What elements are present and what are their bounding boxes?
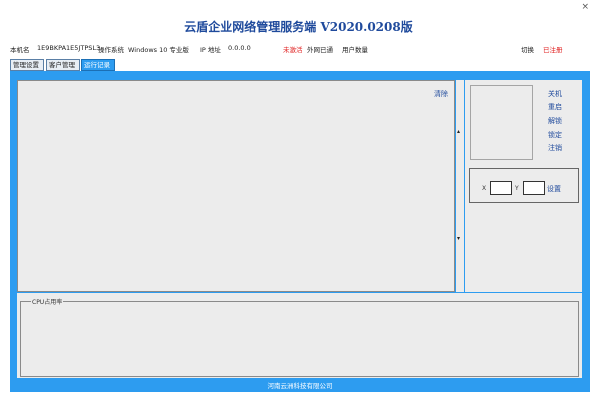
unlock-button[interactable]: 解锁 [548, 116, 562, 126]
logout-button[interactable]: 注销 [548, 143, 562, 153]
activation-status-badge: 未激活 [283, 46, 303, 54]
log-scrollbar[interactable]: ▴ ▾ [456, 80, 464, 292]
tab-management-settings[interactable]: 管理设置 [10, 59, 44, 71]
footer-company: 河南云洲科技有限公司 [267, 382, 333, 390]
scroll-up-icon[interactable]: ▴ [457, 128, 460, 135]
screen-preview [470, 85, 533, 160]
x-label: X [482, 185, 487, 192]
ip-value: 0.0.0.0 [228, 44, 251, 52]
y-label: Y [515, 185, 519, 192]
os-label: 操作系统 [98, 46, 124, 54]
app-title: 云盾企业网络管理服务端 V2020.0208版 [184, 20, 413, 34]
host-value: 1E9BKPA1E5JTPSL3 [37, 44, 101, 52]
cpu-label: CPU占用率 [31, 297, 64, 306]
close-icon[interactable]: × [581, 2, 589, 12]
clear-log-button[interactable]: 清除 [434, 89, 448, 99]
user-count-label: 用户数量 [342, 46, 368, 54]
tab-run-log[interactable]: 运行记录 [81, 59, 115, 71]
switch-button[interactable]: 切换 [521, 44, 534, 54]
ip-label: IP 地址 [200, 46, 221, 54]
restart-button[interactable]: 重启 [548, 102, 562, 112]
scroll-down-icon[interactable]: ▾ [457, 235, 460, 242]
coordinate-box: X Y 设置 [469, 168, 579, 203]
registration-status: 已注册 [543, 46, 563, 54]
set-button[interactable]: 设置 [547, 184, 561, 194]
info-bar: 本机名 1E9BKPA1E5JTPSL3 操作系统 Windows 10 专业版… [10, 44, 590, 56]
lock-button[interactable]: 锁定 [548, 130, 562, 140]
cpu-frame [20, 301, 579, 377]
host-label: 本机名 [10, 46, 30, 54]
y-input[interactable] [523, 181, 545, 195]
network-status: 外网已通 [307, 46, 333, 54]
os-value: Windows 10 专业版 [128, 46, 189, 54]
cpu-panel: CPU占用率 [17, 293, 582, 378]
tab-client-management[interactable]: 客户管理 [46, 59, 80, 71]
control-panel: 关机 重启 解锁 锁定 注销 X Y 设置 [465, 80, 582, 292]
log-panel[interactable]: 清除 [17, 80, 455, 292]
x-input[interactable] [490, 181, 512, 195]
shutdown-button[interactable]: 关机 [548, 89, 562, 99]
